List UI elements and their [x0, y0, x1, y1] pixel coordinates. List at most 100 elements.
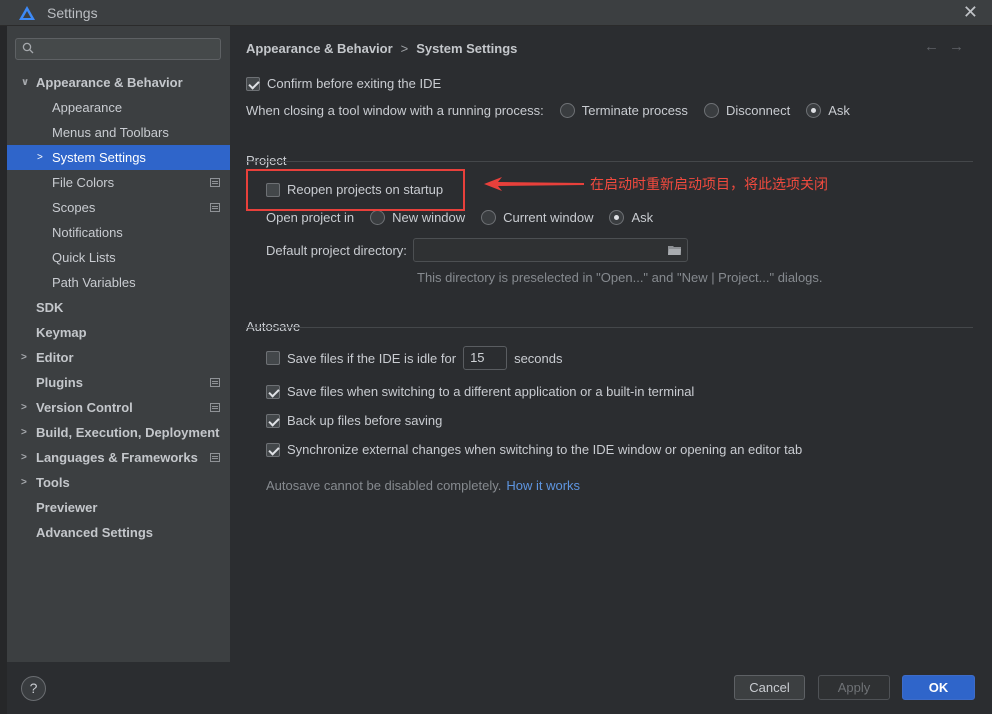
default-directory-field[interactable]: [412, 238, 688, 262]
sidebar-item-label: Quick Lists: [52, 250, 116, 265]
open-project-in-label: Open project in: [266, 210, 355, 225]
sidebar-item-label: File Colors: [52, 175, 115, 190]
close-icon[interactable]: ✕: [963, 2, 978, 23]
save-switch-checkbox[interactable]: [266, 384, 280, 399]
radio-ask-open[interactable]: Ask: [609, 210, 653, 225]
sidebar-item-label: Previewer: [36, 500, 98, 515]
background-editor-strip: [0, 26, 7, 714]
settings-tree: ∨ Appearance & Behavior Appearance Menus an…: [7, 70, 230, 545]
chevron-right-icon[interactable]: >: [21, 420, 27, 445]
backup-checkbox[interactable]: [266, 413, 280, 428]
sidebar-item-label: Version Control: [36, 400, 133, 415]
sidebar-item-label: Path Variables: [52, 275, 136, 290]
breadcrumb-current: System Settings: [416, 41, 518, 56]
annotation-highlight-box: [246, 169, 465, 211]
ok-button[interactable]: OK: [902, 675, 975, 700]
nav-arrows: ←→: [924, 38, 974, 55]
seconds-label: seconds: [514, 350, 563, 366]
window-title: Settings: [47, 4, 98, 21]
closing-tool-window-row: When closing a tool window with a runnin…: [246, 103, 850, 118]
sidebar-item-label: Build, Execution, Deployment: [36, 425, 220, 440]
radio-terminate-process[interactable]: Terminate process: [559, 103, 688, 118]
sidebar-item-languages-frameworks[interactable]: > Languages & Frameworks: [7, 445, 230, 470]
sidebar-item-menus-and-toolbars[interactable]: Menus and Toolbars: [7, 120, 230, 145]
default-directory-label: Default project directory:: [266, 242, 407, 258]
sidebar-item-build-execution-deployment[interactable]: > Build, Execution, Deployment: [7, 420, 230, 445]
sidebar-item-tools[interactable]: > Tools: [7, 470, 230, 495]
sidebar-item-label: Appearance & Behavior: [36, 75, 183, 90]
sidebar-item-appearance-behavior[interactable]: ∨ Appearance & Behavior: [7, 70, 230, 95]
folder-icon[interactable]: [667, 245, 681, 255]
sync-checkbox[interactable]: [266, 442, 280, 457]
sidebar-item-plugins[interactable]: Plugins: [7, 370, 230, 395]
sidebar-item-sdk[interactable]: SDK: [7, 295, 230, 320]
project-level-icon: [210, 453, 220, 462]
sidebar-item-scopes[interactable]: Scopes: [7, 195, 230, 220]
sidebar-item-file-colors[interactable]: File Colors: [7, 170, 230, 195]
save-idle-checkbox[interactable]: [266, 351, 280, 365]
sidebar-item-editor[interactable]: > Editor: [7, 345, 230, 370]
chevron-right-icon[interactable]: >: [21, 345, 27, 370]
autosave-divider: [246, 327, 973, 328]
radio-current-window[interactable]: Current window: [481, 210, 593, 225]
breadcrumb-separator: >: [400, 41, 409, 56]
sidebar-item-label: Menus and Toolbars: [52, 125, 169, 140]
how-it-works-link[interactable]: How it works: [506, 478, 580, 493]
project-level-icon: [210, 403, 220, 412]
sync-label: Synchronize external changes when switch…: [287, 442, 803, 457]
default-directory-hint: This directory is preselected in "Open..…: [417, 270, 823, 285]
sidebar-item-label: Scopes: [52, 200, 96, 215]
chevron-right-icon[interactable]: >: [37, 145, 43, 170]
settings-sidebar: ∨ Appearance & Behavior Appearance Menus an…: [7, 26, 230, 662]
help-button[interactable]: ?: [21, 676, 46, 701]
chevron-right-icon[interactable]: >: [21, 395, 27, 420]
confirm-exit-label: Confirm before exiting the IDE: [267, 76, 442, 91]
forward-arrow-icon[interactable]: →: [949, 38, 974, 55]
confirm-exit-row: Confirm before exiting the IDE: [246, 76, 441, 91]
sidebar-item-previewer[interactable]: Previewer: [7, 495, 230, 520]
sidebar-item-label: SDK: [36, 300, 64, 315]
breadcrumb: Appearance & Behavior > System Settings: [246, 41, 517, 56]
idle-seconds-input[interactable]: 15: [463, 346, 508, 370]
sidebar-item-system-settings[interactable]: > System Settings: [7, 145, 230, 170]
closing-tool-window-label: When closing a tool window with a runnin…: [246, 103, 544, 118]
sidebar-item-label: System Settings: [52, 150, 146, 165]
sidebar-item-appearance[interactable]: Appearance: [7, 95, 230, 120]
apply-button[interactable]: Apply: [818, 675, 890, 700]
confirm-exit-checkbox[interactable]: [246, 76, 260, 91]
dialog-footer: ? Cancel Apply OK: [7, 662, 992, 714]
annotation-text: 在启动时重新启动项目，将此选项关闭: [590, 176, 828, 192]
breadcrumb-parent[interactable]: Appearance & Behavior: [246, 41, 393, 56]
radio-new-window[interactable]: New window: [370, 210, 465, 225]
search-icon: [22, 42, 34, 54]
project-level-icon: [210, 203, 220, 212]
save-switch-label: Save files when switching to a different…: [287, 384, 695, 399]
sidebar-item-advanced-settings[interactable]: Advanced Settings: [7, 520, 230, 545]
sidebar-item-version-control[interactable]: > Version Control: [7, 395, 230, 420]
chevron-right-icon[interactable]: >: [21, 470, 27, 495]
sidebar-item-label: Languages & Frameworks: [36, 450, 198, 465]
annotation-arrow-icon: [484, 177, 584, 191]
backup-label: Back up files before saving: [287, 413, 443, 428]
chevron-down-icon[interactable]: ∨: [21, 70, 29, 95]
cancel-button[interactable]: Cancel: [734, 675, 805, 700]
sync-row: Synchronize external changes when switch…: [266, 442, 802, 457]
search-input[interactable]: [15, 38, 221, 60]
sidebar-item-keymap[interactable]: Keymap: [7, 320, 230, 345]
autosave-note-row: Autosave cannot be disabled completely. …: [266, 478, 580, 493]
radio-ask-closing[interactable]: Ask: [806, 103, 850, 118]
chevron-right-icon[interactable]: >: [21, 445, 27, 470]
backup-row: Back up files before saving: [266, 413, 442, 428]
autosave-note: Autosave cannot be disabled completely.: [266, 478, 502, 493]
sidebar-item-label: Editor: [36, 350, 74, 365]
sidebar-item-notifications[interactable]: Notifications: [7, 220, 230, 245]
radio-disconnect[interactable]: Disconnect: [703, 103, 790, 118]
sidebar-item-path-variables[interactable]: Path Variables: [7, 270, 230, 295]
sidebar-item-quick-lists[interactable]: Quick Lists: [7, 245, 230, 270]
save-switch-row: Save files when switching to a different…: [266, 384, 694, 399]
title-bar: Settings ✕: [0, 0, 992, 26]
project-level-icon: [210, 378, 220, 387]
default-directory-row: Default project directory:: [266, 238, 688, 262]
back-arrow-icon[interactable]: ←: [924, 38, 949, 55]
sidebar-item-label: Tools: [36, 475, 70, 490]
